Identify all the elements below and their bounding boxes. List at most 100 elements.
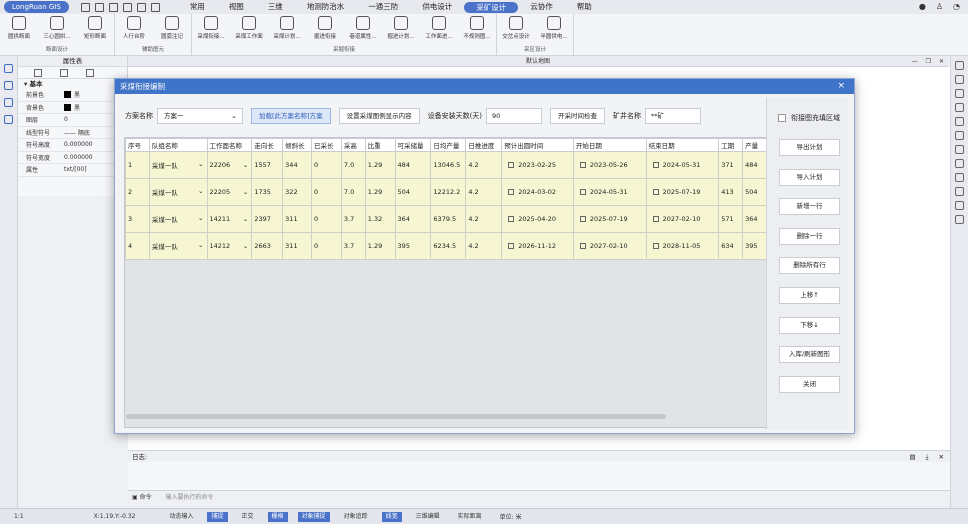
menu-item[interactable]: 地测防治水: [295, 0, 357, 14]
table-cell[interactable]: 2024-03-02: [501, 178, 574, 206]
status-toggle[interactable]: 对象捕捉: [297, 511, 330, 522]
table-cell[interactable]: 322: [282, 178, 313, 206]
menu-item[interactable]: 一通三防: [356, 0, 410, 14]
property-row[interactable]: 图层 0: [18, 114, 127, 127]
status-toggle[interactable]: 动态输入: [165, 512, 197, 522]
column-header[interactable]: 采高: [340, 138, 366, 152]
tag-icon[interactable]: [4, 115, 13, 124]
table-cell[interactable]: 22206 ⌄: [206, 151, 253, 179]
calendar-icon[interactable]: [579, 162, 586, 168]
column-header[interactable]: 比重: [364, 138, 396, 152]
status-toggle[interactable]: 实际距离: [454, 512, 486, 522]
menu-item[interactable]: 常用: [178, 0, 217, 14]
table-cell[interactable]: 7.0: [340, 178, 366, 206]
table-cell[interactable]: 311: [282, 232, 313, 260]
menu-item[interactable]: 帮助: [565, 0, 604, 14]
legend-settings-button[interactable]: 设置采煤图例显示内容: [338, 108, 420, 124]
hexagon-icon[interactable]: [955, 89, 964, 98]
table-cell[interactable]: 311: [282, 205, 313, 233]
ribbon-button[interactable]: 交岔点设计: [497, 16, 535, 40]
side-action-button[interactable]: 导出计划: [779, 139, 840, 156]
property-row[interactable]: 线型符号 —— 隔底: [18, 127, 127, 139]
cell-dropdown[interactable]: 采煤一队 ⌄: [152, 241, 206, 251]
column-header[interactable]: 日推进度: [465, 138, 503, 152]
checkbox-box[interactable]: [778, 114, 786, 122]
table-cell[interactable]: 2397: [251, 205, 284, 233]
table-cell[interactable]: 371: [718, 151, 744, 179]
calendar-icon[interactable]: [579, 216, 586, 222]
cell-dropdown[interactable]: 采煤一队 ⌄: [152, 160, 206, 170]
table-row[interactable]: 4 采煤一队 ⌄ 14212 ⌄ 2663 311 0 3.7 1.29 395 6234.5 4.2 2…: [125, 232, 769, 260]
fill-area-checkbox[interactable]: 衔接图充填区域: [778, 113, 840, 123]
minimize-icon[interactable]: —: [912, 56, 918, 67]
ribbon-button[interactable]: 不规则图...: [458, 16, 496, 40]
side-action-button[interactable]: 新增一行: [779, 198, 840, 215]
sort-icon[interactable]: [60, 68, 68, 77]
table-cell[interactable]: 634: [718, 232, 744, 260]
table-cell[interactable]: 3.7: [340, 205, 366, 233]
table-cell[interactable]: 2028-11-05: [645, 232, 720, 260]
install-days-input[interactable]: 90: [486, 108, 543, 124]
plan-select[interactable]: 方案一 ⌄: [157, 108, 243, 124]
table-cell[interactable]: 14212 ⌄: [206, 232, 253, 260]
line-icon[interactable]: [955, 215, 964, 224]
property-row[interactable]: 背景色 黑: [18, 102, 127, 114]
status-toggle[interactable]: 栅格: [267, 511, 288, 522]
status-toggle[interactable]: 捕捉: [207, 511, 228, 522]
table-cell[interactable]: 0: [311, 151, 342, 179]
table-cell[interactable]: 2027-02-10: [572, 232, 647, 260]
table-cell[interactable]: 2025-04-20: [501, 205, 574, 233]
table-cell[interactable]: 2024-05-31: [645, 151, 720, 179]
ribbon-button[interactable]: 矩形断面: [76, 16, 114, 40]
table-cell[interactable]: 6379.5: [430, 205, 467, 233]
table-row[interactable]: 3 采煤一队 ⌄ 14211 ⌄ 2397 311 0 3.7 1.32 364 6379.5 4.2 2…: [125, 205, 769, 233]
cell-dropdown[interactable]: 14211 ⌄: [210, 215, 251, 223]
table-cell[interactable]: 484: [742, 151, 769, 179]
side-action-button[interactable]: 删除所有行: [779, 257, 840, 274]
ribbon-button[interactable]: 半圆供电...: [535, 16, 573, 40]
column-header[interactable]: 可采储量: [394, 138, 432, 152]
table-cell[interactable]: 4: [125, 232, 150, 260]
calendar-icon[interactable]: [508, 243, 515, 249]
table-cell[interactable]: 504: [742, 178, 769, 206]
table-cell[interactable]: 7.0: [340, 151, 366, 179]
table-cell[interactable]: 采煤一队 ⌄: [148, 151, 208, 179]
table-cell[interactable]: 2663: [251, 232, 284, 260]
bell-icon[interactable]: ◔: [953, 2, 960, 11]
cell-dropdown[interactable]: 14212 ⌄: [210, 242, 251, 250]
table-cell[interactable]: 4.2: [465, 178, 503, 206]
table-cell[interactable]: 484: [394, 151, 432, 179]
table-row[interactable]: 1 采煤一队 ⌄ 22206 ⌄ 1557 344 0 7.0 1.29 484 13046.5 4.2…: [125, 151, 769, 179]
ribbon-button[interactable]: 采煤计划...: [268, 16, 306, 40]
calendar-icon[interactable]: [955, 145, 964, 154]
column-header[interactable]: 开始日期: [572, 138, 647, 152]
command-input[interactable]: 输入要执行的命令: [166, 494, 214, 501]
polygon-icon[interactable]: [955, 103, 964, 112]
cube-icon[interactable]: [955, 201, 964, 210]
table-cell[interactable]: 2027-02-10: [645, 205, 720, 233]
chart-icon[interactable]: [955, 131, 964, 140]
menu-item[interactable]: 三维: [256, 0, 295, 14]
ribbon-button[interactable]: 人行台阶: [115, 16, 153, 40]
list-icon[interactable]: [4, 81, 13, 90]
undo-icon[interactable]: [136, 2, 146, 12]
status-toggle[interactable]: 线宽: [381, 511, 402, 522]
side-action-button[interactable]: 导入计划: [779, 169, 840, 186]
menu-icon[interactable]: [4, 98, 13, 107]
side-action-button[interactable]: 删除一行: [779, 228, 840, 245]
table-cell[interactable]: 22205 ⌄: [206, 178, 253, 206]
column-header[interactable]: 走向长: [251, 138, 284, 152]
property-row[interactable]: 符号宽度 0.000000: [18, 152, 127, 164]
select-icon[interactable]: [955, 75, 964, 84]
layer-icon[interactable]: [955, 117, 964, 126]
ribbon-button[interactable]: 掘进衔接: [306, 16, 344, 40]
status-toggle[interactable]: 对象追踪: [340, 512, 372, 522]
column-header[interactable]: 预计出圆时间: [501, 138, 574, 152]
status-toggle[interactable]: 三维编辑: [412, 512, 444, 522]
redo-icon[interactable]: [150, 2, 160, 12]
user-icon[interactable]: ●: [919, 2, 926, 11]
table-cell[interactable]: 1735: [251, 178, 284, 206]
ribbon-button[interactable]: 巷道属性...: [344, 16, 382, 40]
document-tab-title[interactable]: 默认地图: [526, 58, 550, 65]
table-cell[interactable]: 1.29: [364, 151, 396, 179]
